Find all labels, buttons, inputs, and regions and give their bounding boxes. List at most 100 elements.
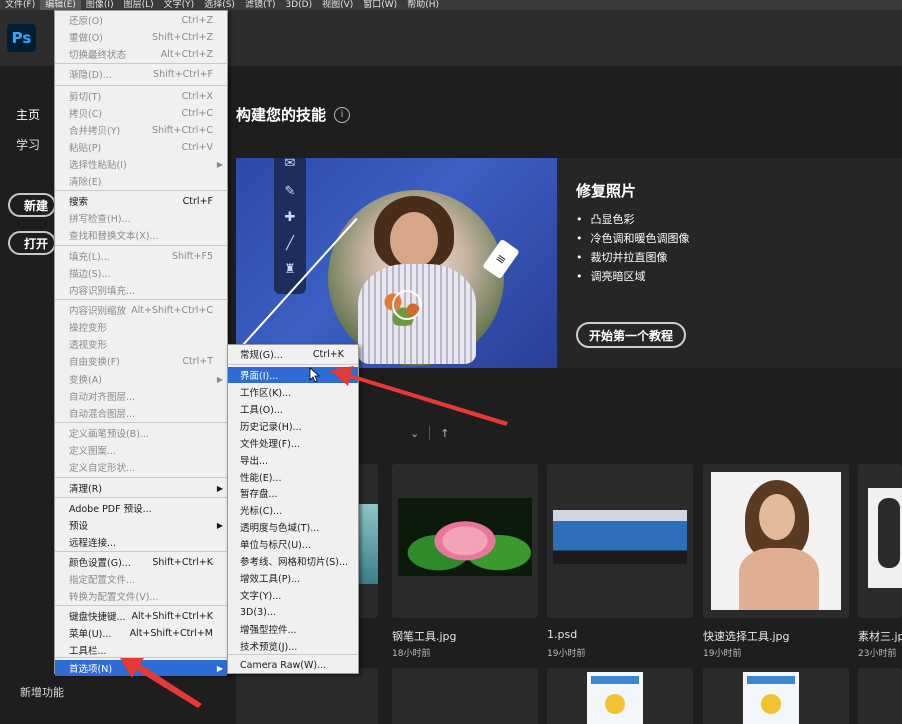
edit-menu-item[interactable]: 内容识别填充... <box>55 282 227 298</box>
preferences-menu-item[interactable]: 导出... <box>228 452 358 468</box>
file-name[interactable]: 钢笔工具.jpg <box>392 628 457 644</box>
preferences-menu-item[interactable]: 增强型控件... <box>228 621 358 637</box>
open-button[interactable]: 打开 <box>8 231 56 255</box>
menu-item-label: 切换最终状态 <box>69 50 127 61</box>
edit-menu-item[interactable]: 拼写检查(H)... <box>55 210 227 226</box>
submenu-arrow-icon: ▶ <box>216 663 223 673</box>
edit-menu-item[interactable]: 重做(O) Shift+Ctrl+Z <box>55 29 227 45</box>
menu-item-shortcut: Ctrl+F <box>182 195 213 207</box>
edit-menu-item[interactable]: 颜色设置(G)... Shift+Ctrl+K <box>55 554 227 570</box>
edit-menu-item[interactable]: 预设 ▶ <box>55 517 227 533</box>
envelope-icon: ✉ <box>284 158 296 171</box>
menu-item-label: 常规(G)... <box>240 350 283 361</box>
edit-menu-item[interactable]: 合并拷贝(Y) Shift+Ctrl+C <box>55 122 227 138</box>
banner-bullet: 冷色调和暖色调图像 <box>576 229 690 248</box>
edit-menu-item[interactable]: 自由变换(F) Ctrl+T <box>55 353 227 369</box>
file-name[interactable]: 快速选择工具.jpg <box>703 628 790 644</box>
menu-edit[interactable]: 编辑(E) <box>40 0 81 10</box>
recent-file-thumb[interactable] <box>547 668 693 724</box>
recent-file-thumb[interactable] <box>392 464 538 618</box>
start-tutorial-button[interactable]: 开始第一个教程 <box>576 322 686 348</box>
tutorial-image[interactable]: ✉ ✎ ✚ ╱ ♜ ≡ <box>236 158 557 368</box>
menu-3d[interactable]: 3D(D) <box>280 0 317 10</box>
menu-item-label: 查找和替换文本(X)... <box>69 231 159 242</box>
recent-file-thumb[interactable] <box>858 668 902 724</box>
sidebar-item-home[interactable]: 主页 <box>16 106 40 123</box>
edit-menu-item[interactable]: 转换为配置文件(V)... <box>55 588 227 604</box>
edit-menu-item[interactable]: 变换(A) ▶ <box>55 371 227 387</box>
menu-window[interactable]: 窗口(W) <box>358 0 402 10</box>
preferences-menu-item[interactable]: 文件处理(F)... <box>228 435 358 451</box>
edit-menu-item[interactable]: 拷贝(C) Ctrl+C <box>55 105 227 121</box>
preferences-menu-item[interactable]: 单位与标尺(U)... <box>228 536 358 552</box>
recent-file-thumb[interactable] <box>236 668 378 724</box>
preferences-menu-item[interactable]: 光标(C)... <box>228 502 358 518</box>
menu-image[interactable]: 图像(I) <box>81 0 119 10</box>
file-name[interactable]: 1.psd <box>547 628 577 641</box>
preferences-menu-item[interactable]: 参考线、网格和切片(S)... <box>228 553 358 569</box>
preferences-menu-item[interactable]: 增效工具(P)... <box>228 570 358 586</box>
edit-menu-item[interactable]: 选择性粘贴(I) ▶ <box>55 156 227 172</box>
preferences-menu-item[interactable]: 性能(E)... <box>228 469 358 485</box>
menu-type[interactable]: 文字(Y) <box>159 0 200 10</box>
sidebar-item-learn[interactable]: 学习 <box>16 136 40 153</box>
edit-menu-item[interactable]: 填充(L)... Shift+F5 <box>55 248 227 264</box>
photoshop-logo[interactable]: Ps <box>7 24 36 52</box>
edit-menu-item[interactable]: 还原(O) Ctrl+Z <box>55 12 227 28</box>
file-name[interactable]: 素材三.jp <box>858 628 902 644</box>
edit-menu-item[interactable]: 渐隐(D)... Shift+Ctrl+F <box>55 66 227 82</box>
edit-menu-item[interactable]: 远程连接... <box>55 534 227 550</box>
menu-file[interactable]: 文件(F) <box>0 0 40 10</box>
skills-heading: 构建您的技能 i <box>236 104 351 125</box>
edit-menu-item[interactable]: 搜索 Ctrl+F <box>55 193 227 209</box>
menu-item-label: 指定配置文件... <box>69 575 136 586</box>
edit-menu-item[interactable]: 查找和替换文本(X)... <box>55 227 227 243</box>
banner-bullets: 凸显色彩 冷色调和暖色调图像 裁切并拉直图像 调亮暗区域 <box>576 210 690 286</box>
edit-menu-item[interactable]: 描边(S)... <box>55 265 227 281</box>
recent-file-thumb[interactable] <box>547 464 693 618</box>
edit-menu-item[interactable]: 剪切(T) Ctrl+X <box>55 88 227 104</box>
recent-file-thumb[interactable] <box>703 668 849 724</box>
info-icon[interactable]: i <box>334 106 351 123</box>
menu-item-label: 菜单(U)... <box>69 629 112 640</box>
preferences-menu-item[interactable]: Camera Raw(W)... <box>228 657 358 673</box>
edit-menu-item[interactable]: 定义图案... <box>55 442 227 458</box>
preferences-menu-item[interactable]: 透明度与色域(T)... <box>228 519 358 535</box>
whats-new-link[interactable]: 新增功能 <box>20 684 64 700</box>
edit-menu-item[interactable]: 粘贴(P) Ctrl+V <box>55 139 227 155</box>
menu-select[interactable]: 选择(S) <box>199 0 240 10</box>
submenu-arrow-icon: ▶ <box>216 374 223 384</box>
edit-menu-item[interactable]: 切换最终状态 Alt+Ctrl+Z <box>55 46 227 62</box>
edit-menu-item[interactable]: 定义画笔预设(B)... <box>55 425 227 441</box>
menu-bar: 文件(F) 编辑(E) 图像(I) 图层(L) 文字(Y) 选择(S) 滤镜(T… <box>0 0 902 10</box>
edit-menu-item[interactable]: 自动混合图层... <box>55 405 227 421</box>
recent-file-thumb[interactable] <box>858 464 902 618</box>
edit-menu-item[interactable]: 菜单(U)... Alt+Shift+Ctrl+M <box>55 625 227 641</box>
menu-item-label: 粘贴(P) <box>69 143 102 154</box>
menu-view[interactable]: 视图(V) <box>317 0 358 10</box>
preferences-menu-item[interactable]: 技术预览(J)... <box>228 638 358 654</box>
menu-help[interactable]: 帮助(H) <box>402 0 444 10</box>
edit-menu-item[interactable]: 清除(E) <box>55 173 227 189</box>
edit-menu-item[interactable]: 指定配置文件... <box>55 571 227 587</box>
menu-item-label: 选择性粘贴(I) <box>69 160 127 171</box>
edit-menu-item[interactable]: 定义自定形状... <box>55 459 227 475</box>
file-time: 18小时前 <box>392 649 431 659</box>
edit-menu-item[interactable]: 键盘快捷键... Alt+Shift+Ctrl+K <box>55 608 227 624</box>
recent-file-thumb[interactable] <box>392 668 538 724</box>
preferences-menu-item[interactable]: 暂存盘... <box>228 485 358 501</box>
edit-menu-item[interactable]: 清理(R) ▶ <box>55 480 227 496</box>
new-button[interactable]: 新建 <box>8 193 56 217</box>
preferences-menu-item[interactable]: 3D(3)... <box>228 604 358 620</box>
menu-item-label: 文字(Y)... <box>240 591 282 602</box>
preferences-menu-item[interactable]: 文字(Y)... <box>228 587 358 603</box>
menu-item-label: 参考线、网格和切片(S)... <box>240 557 349 568</box>
edit-menu-item[interactable]: Adobe PDF 预设... <box>55 500 227 516</box>
recent-file-thumb[interactable] <box>703 464 849 618</box>
menu-layer[interactable]: 图层(L) <box>119 0 159 10</box>
menu-filter[interactable]: 滤镜(T) <box>240 0 281 10</box>
edit-menu-item[interactable]: 内容识别缩放 Alt+Shift+Ctrl+C <box>55 302 227 318</box>
edit-menu-item[interactable]: 自动对齐图层... <box>55 388 227 404</box>
edit-menu-item[interactable]: 操控变形 <box>55 319 227 335</box>
edit-menu-item[interactable]: 透视变形 <box>55 336 227 352</box>
